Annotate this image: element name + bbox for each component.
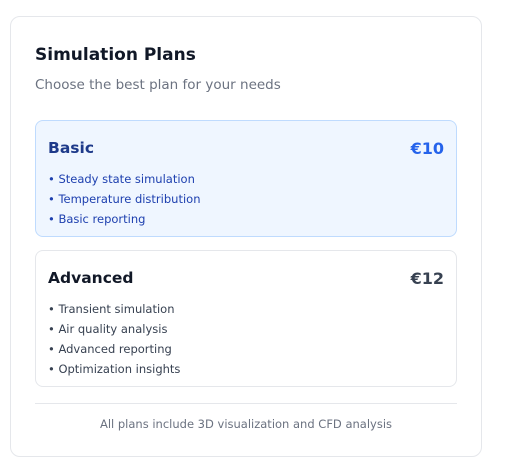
plan-option-advanced[interactable]: Advanced €12 • Transient simulation • Ai… — [35, 250, 457, 387]
page-subtitle: Choose the best plan for your needs — [35, 77, 281, 93]
plan-option-basic[interactable]: Basic €10 • Steady state simulation • Te… — [35, 120, 457, 237]
plans-card: Simulation Plans Choose the best plan fo… — [10, 16, 482, 457]
plan-name: Advanced — [48, 269, 134, 287]
feature-item: • Optimization insights — [48, 362, 181, 376]
plan-price: €12 — [410, 269, 444, 288]
feature-item: • Steady state simulation — [48, 172, 195, 186]
feature-item: • Temperature distribution — [48, 192, 201, 206]
feature-item: • Air quality analysis — [48, 322, 168, 336]
feature-list: • Transient simulation • Air quality ana… — [48, 299, 180, 379]
footer-note: All plans include 3D visualization and C… — [99, 417, 393, 431]
feature-list: • Steady state simulation • Temperature … — [48, 169, 200, 229]
feature-item: • Advanced reporting — [48, 342, 172, 356]
divider — [35, 403, 457, 404]
page-title: Simulation Plans — [35, 45, 196, 65]
feature-item: • Basic reporting — [48, 212, 146, 226]
plan-name: Basic — [48, 139, 95, 157]
plan-price: €10 — [410, 139, 444, 158]
feature-item: • Transient simulation — [48, 302, 175, 316]
